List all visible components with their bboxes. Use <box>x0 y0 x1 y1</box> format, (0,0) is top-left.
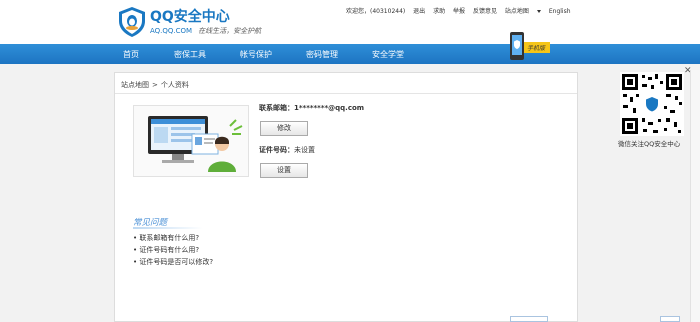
logo-title[interactable]: QQ安全中心 <box>150 6 230 26</box>
nav-password-management[interactable]: 密码管理 <box>306 49 338 60</box>
mobile-version-badge[interactable]: 手机版 <box>508 32 550 66</box>
help-link[interactable]: 求助 <box>433 8 445 15</box>
breadcrumb-separator: > <box>152 81 158 89</box>
id-row: 证件号码：未设置 <box>259 145 315 155</box>
computer-user-icon <box>148 116 243 172</box>
logo-slogan: 在线生活，安全护航 <box>198 27 262 35</box>
sitemap-label: 站点地图 <box>504 8 529 15</box>
welcome-text: 欢迎您， <box>346 8 371 15</box>
logout-link[interactable]: 退出 <box>413 8 425 15</box>
english-link[interactable]: English <box>549 8 571 15</box>
bottom-box <box>510 316 548 322</box>
faq-item-email-use[interactable]: • 联系邮箱有什么用? <box>133 233 199 243</box>
profile-illustration <box>133 105 249 177</box>
breadcrumb-current: 个人资料 <box>160 81 189 89</box>
breadcrumb: 站点地图 > 个人资料 <box>121 80 189 90</box>
sitemap-dropdown[interactable]: 站点地图 <box>505 8 541 15</box>
qr-code-icon <box>620 72 684 136</box>
chevron-down-icon <box>536 10 541 13</box>
nav-home[interactable]: 首页 <box>123 49 139 60</box>
faq-title-underline <box>133 227 203 229</box>
logo-subtitle: AQ.QQ.COM 在线生活，安全护航 <box>150 26 261 36</box>
email-row: 联系邮箱：1********@qq.com <box>259 103 364 113</box>
email-label: 联系邮箱： <box>259 104 294 112</box>
content-panel: 站点地图 > 个人资料 联系邮箱：1********@qq.com 修改 证件号… <box>114 72 578 322</box>
logo-domain: AQ.QQ.COM <box>150 27 193 35</box>
breadcrumb-sitemap[interactable]: 站点地图 <box>121 81 149 89</box>
bottom-box-right <box>660 316 680 322</box>
modify-email-button[interactable]: 修改 <box>260 121 308 136</box>
wechat-qr-widget <box>616 72 688 147</box>
faq-item-id-use[interactable]: • 证件号码有什么用? <box>133 245 199 255</box>
shield-logo-icon[interactable] <box>116 6 148 38</box>
mobile-badge-label: 手机版 <box>527 45 546 52</box>
top-links: 欢迎您，(40310244) 退出 求助 举报 反馈意见 站点地图 Englis… <box>346 6 577 15</box>
id-label: 证件号码： <box>259 146 294 154</box>
main-nav: 首页 密保工具 帐号保护 密码管理 安全学堂 <box>0 44 700 64</box>
divider <box>115 93 577 94</box>
user-id: (40310244) <box>370 8 406 15</box>
feedback-link[interactable]: 反馈意见 <box>473 8 497 15</box>
top-bar: QQ安全中心 AQ.QQ.COM 在线生活，安全护航 欢迎您，(40310244)… <box>0 0 700 44</box>
id-value: 未设置 <box>294 146 315 154</box>
set-id-button[interactable]: 设置 <box>260 163 308 178</box>
nav-security-tools[interactable]: 密保工具 <box>174 49 206 60</box>
vertical-scrollbar[interactable] <box>690 70 700 322</box>
report-link[interactable]: 举报 <box>453 8 465 15</box>
qr-caption: 微信关注QQ安全中心 <box>618 140 681 148</box>
email-value: 1********@qq.com <box>294 104 365 112</box>
faq-item-id-modify[interactable]: • 证件号码是否可以修改? <box>133 257 213 267</box>
nav-account-protection[interactable]: 帐号保护 <box>240 49 272 60</box>
nav-security-school[interactable]: 安全学堂 <box>372 49 404 60</box>
